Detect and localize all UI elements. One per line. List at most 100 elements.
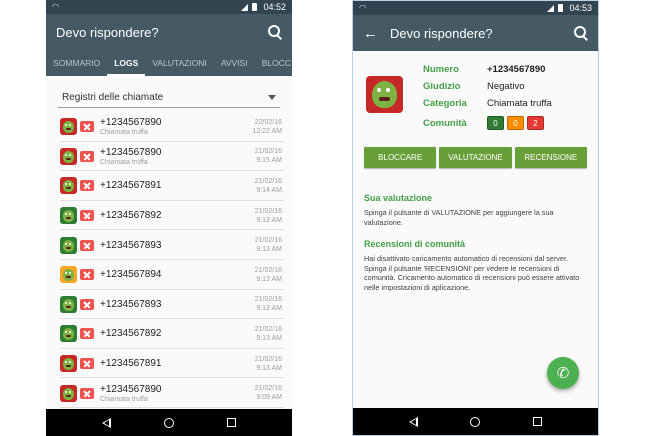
call-number: +1234567890 (100, 117, 162, 129)
info-row-category: Categoria Chiamata truffa (423, 95, 552, 112)
call-number: +1234567894 (100, 269, 162, 281)
call-time: 9:13 AM (256, 275, 282, 283)
own-rating-text: Spinga il pulsante di VALUTAZIONE per ag… (364, 208, 554, 227)
number-label: Numero (423, 64, 459, 75)
signal-icon (241, 3, 249, 11)
community-reviews-text: Hai disattivato caricamento automatico d… (364, 254, 580, 292)
call-time: 9:13 AM (256, 364, 282, 372)
call-row[interactable]: +1234567892 21/02/16 9:13 AM (46, 201, 292, 231)
rating-avatar-icon (60, 236, 77, 254)
call-date: 21/02/16 (254, 237, 282, 245)
rating-avatar-icon (60, 118, 77, 136)
call-date: 21/02/16 (254, 325, 282, 333)
number-value: +1234567890 (487, 64, 546, 75)
info-row-number: Numero +1234567890 (423, 61, 552, 78)
rating-avatar-icon (60, 355, 77, 373)
call-row[interactable]: +1234567894 21/02/16 9:13 AM (46, 260, 292, 290)
status-time: 04:53 (569, 3, 592, 13)
status-bar: ◠ 04:53 (353, 1, 598, 15)
call-info: +1234567890 Chiamata truffa (100, 117, 252, 136)
call-subtitle: Chiamata truffa (100, 395, 148, 403)
dropdown-arrow-icon (268, 95, 276, 100)
call-number: +1234567893 (100, 239, 162, 251)
call-time: 9:13 AM (256, 216, 282, 224)
tab-avvisi[interactable]: AVVISI (214, 50, 255, 76)
call-timestamp: 21/02/16 9:15 AM (255, 147, 282, 165)
tab-bar: SOMMARIO LOGS VALUTAZIONI AVVISI BLOCC (46, 50, 292, 76)
community-count-badge: 0 (507, 116, 524, 130)
tab-valutazioni[interactable]: VALUTAZIONI (145, 50, 213, 76)
blocked-call-icon (80, 150, 94, 162)
nav-back-icon[interactable] (102, 417, 112, 428)
row-divider (60, 406, 284, 408)
call-row[interactable]: +1234567893 21/02/16 9:13 AM (46, 290, 292, 320)
rating-avatar-icon (60, 384, 77, 402)
search-icon[interactable] (268, 25, 282, 39)
call-timestamp: 21/02/16 9:13 AM (255, 355, 282, 373)
category-value: Chiamata truffa (487, 98, 552, 109)
arrow-back-icon[interactable]: ← (363, 25, 378, 42)
blocked-call-icon (80, 358, 94, 370)
rating-avatar-icon (60, 325, 77, 343)
tab-blocc[interactable]: BLOCC (255, 50, 292, 76)
call-log-dropdown[interactable]: Registri delle chiamate (58, 88, 280, 108)
tab-sommario[interactable]: SOMMARIO (46, 50, 107, 76)
rating-avatar-icon (60, 177, 77, 195)
community-badges: 002 (487, 116, 547, 130)
call-timestamp: 21/02/16 9:13 AM (255, 236, 282, 254)
blocked-call-icon (80, 210, 94, 222)
call-date: 21/02/16 (254, 355, 282, 363)
battery-icon (252, 3, 258, 11)
call-row[interactable]: +1234567891 21/02/16 9:13 AM (46, 349, 292, 379)
dropdown-selected: Registri delle chiamate (62, 92, 164, 103)
system-nav-bar (46, 409, 292, 436)
community-reviews-section: Recensioni di comunità Hai disattivato c… (364, 239, 586, 292)
blocked-call-icon (80, 298, 94, 310)
rate-button[interactable]: VALUTAZIONE (439, 147, 512, 168)
call-subtitle: Chiamata truffa (100, 129, 148, 137)
nav-home-icon[interactable] (470, 416, 481, 427)
rating-avatar-icon (366, 76, 403, 113)
call-row[interactable]: +1234567890 Chiamata truffa 22/02/16 12:22 … (46, 112, 292, 142)
call-timestamp: 21/02/16 9:09 AM (255, 384, 282, 402)
call-info: +1234567891 (100, 358, 255, 369)
call-row[interactable]: +1234567893 21/02/16 9:13 AM (46, 230, 292, 260)
rating-avatar-icon (60, 147, 77, 165)
call-fab[interactable]: ✆ (547, 357, 579, 389)
nav-recents-icon[interactable] (532, 417, 542, 426)
call-row[interactable]: +1234567890 Chiamata truffa 21/02/16 9:15 A… (46, 142, 292, 172)
system-nav-bar (353, 408, 598, 435)
call-subtitle: Chiamata truffa (100, 158, 148, 166)
call-date: 21/02/16 (254, 266, 282, 274)
app-bar: Devo rispondere? (46, 14, 292, 50)
call-row[interactable]: +1234567891 21/02/16 9:14 AM (46, 171, 292, 201)
call-time: 12:22 AM (252, 127, 282, 135)
call-row[interactable]: +1234567892 21/02/16 9:13 AM (46, 319, 292, 349)
call-time: 9:13 AM (256, 305, 282, 313)
nav-recents-icon[interactable] (226, 418, 236, 427)
action-buttons: BLOCCARE VALUTAZIONE RECENSIONE (364, 147, 587, 168)
screenshot-stage: ◠ 04:52 Devo rispondere? SOMMARIO LOGS VAL… (0, 0, 654, 436)
community-count-badge: 2 (527, 116, 544, 130)
call-info: +1234567892 (100, 210, 255, 221)
signal-icon (547, 4, 555, 12)
search-icon[interactable] (574, 26, 588, 40)
call-date: 21/02/16 (254, 148, 282, 156)
status-bar: ◠ 04:52 (46, 0, 292, 14)
category-label: Categoria (423, 98, 467, 109)
block-button[interactable]: BLOCCARE (364, 147, 437, 168)
tab-logs[interactable]: LOGS (107, 50, 146, 76)
review-button[interactable]: RECENSIONE (514, 147, 587, 168)
nav-home-icon[interactable] (163, 417, 174, 428)
nav-back-icon[interactable] (409, 416, 419, 427)
call-timestamp: 21/02/16 9:13 AM (255, 295, 282, 313)
call-row[interactable]: +1234567890 Chiamata truffa 21/02/16 9:09 A… (46, 378, 292, 408)
call-number: +1234567891 (100, 358, 162, 370)
call-date: 21/02/16 (254, 207, 282, 215)
call-date: 22/02/16 (254, 118, 282, 126)
info-row-judgement: Giudizio Negativo (423, 78, 552, 95)
rating-avatar-icon (60, 295, 77, 313)
app-title: Devo rispondere? (56, 24, 159, 40)
blocked-call-icon (80, 121, 94, 133)
rating-avatar-icon (60, 266, 77, 284)
